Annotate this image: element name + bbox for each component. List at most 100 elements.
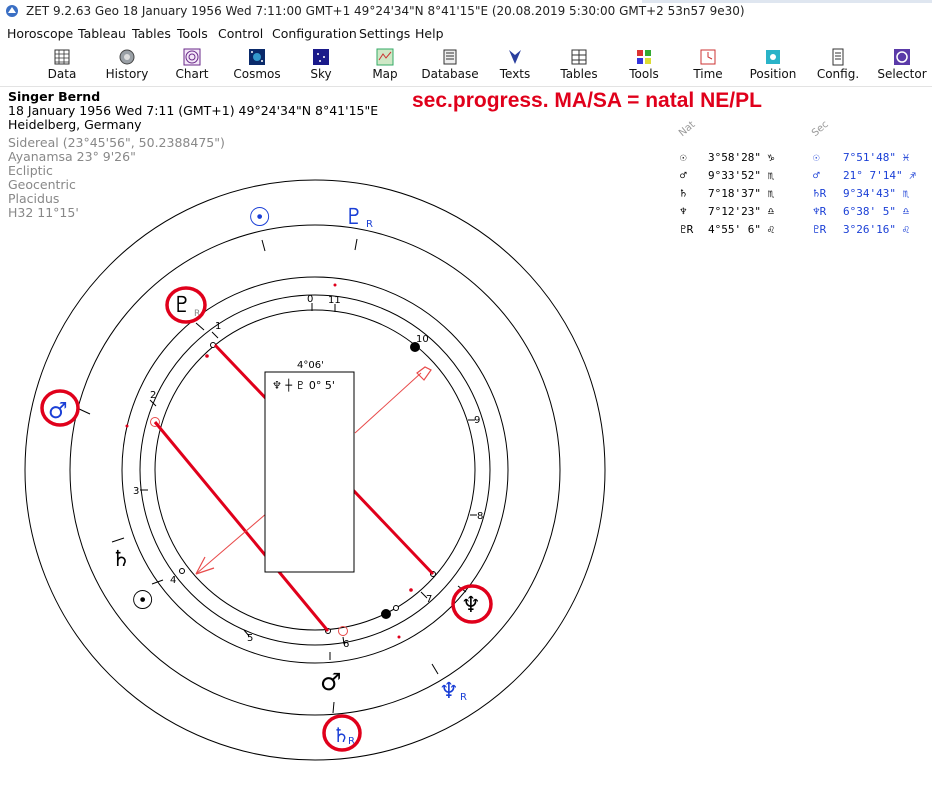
data-icon: [54, 49, 70, 65]
harmonic: H32 11°15': [8, 205, 79, 220]
house-number-10: 10: [416, 334, 429, 345]
axis-arrow: [195, 366, 432, 575]
highlight-natal-pluto: [165, 286, 207, 324]
progressed-ring: [69, 224, 561, 716]
tools-icon: [637, 50, 651, 64]
progressed-neptune-retro: R: [460, 692, 467, 703]
menu-settings[interactable]: Settings: [359, 26, 410, 41]
menu-bar: Horoscope Tableau Tables Tools Control C…: [0, 22, 932, 44]
toolbar-config-button[interactable]: Config.: [806, 44, 870, 86]
nat-mars-value: 9°33'52" ♏: [708, 169, 775, 182]
sec-neptune-glyph: ♆R: [813, 205, 827, 218]
house-number-9: 9: [474, 415, 480, 426]
toolbar-tools-button[interactable]: Tools: [612, 44, 676, 86]
sec-mars-glyph: ♂: [813, 169, 820, 182]
house-number-8: 8: [477, 511, 483, 522]
house-cusps: 0 11 1 10 2 9 3 8 4 7 5 6: [133, 294, 483, 650]
toolbar: Data History Chart Cosmos Sky Map Databa…: [0, 44, 932, 87]
selector-icon: [894, 49, 910, 65]
house-number-3: 3: [133, 486, 139, 497]
natal-mars-glyph[interactable]: ♂: [320, 668, 342, 696]
house-number-6: 6: [343, 639, 349, 650]
nat-sun-glyph: ☉: [680, 151, 687, 164]
toolbar-chart-button[interactable]: Chart: [160, 44, 224, 86]
toolbar-tables-button[interactable]: Tables: [547, 44, 611, 86]
house-number-4: 4: [170, 575, 176, 586]
toolbar-time-button[interactable]: Time: [676, 44, 740, 86]
outer-ring: [24, 179, 606, 761]
config-icon: [832, 48, 844, 66]
house-system: Placidus: [8, 191, 60, 206]
tables-icon: [571, 49, 587, 65]
sec-mars-value: 21° 7'14" ♐: [843, 169, 916, 182]
title-bar: ZET 9.2.63 Geo 18 January 1956 Wed 7:11:…: [0, 0, 932, 22]
progressed-saturn-glyph[interactable]: ♄: [332, 723, 350, 747]
nat-saturn-value: 7°18'37" ♏: [708, 187, 775, 200]
nat-pluto-glyph: ♇R: [680, 223, 694, 236]
time-icon: [700, 49, 716, 65]
position-icon: [766, 50, 780, 64]
menu-tools[interactable]: Tools: [177, 26, 208, 41]
horoscope-info: Singer Bernd 18 January 1956 Wed 7:11 (G…: [8, 90, 378, 220]
progressed-neptune-glyph[interactable]: ♆: [439, 679, 459, 704]
highlight-progressed-saturn: [322, 714, 362, 752]
ayanamsa: Ayanamsa 23° 9'26": [8, 149, 136, 164]
menu-configuration[interactable]: Configuration: [272, 26, 357, 41]
window-title: ZET 9.2.63 Geo 18 January 1956 Wed 7:11:…: [26, 4, 745, 18]
zodiac-mode: Sidereal (23°45'56", 50.2388475"): [8, 135, 225, 150]
history-icon: [119, 49, 135, 65]
table-col-sec: Sec: [809, 119, 831, 139]
toolbar-position-button[interactable]: Position: [741, 44, 805, 86]
natal-saturn-glyph[interactable]: ♄: [111, 547, 131, 572]
toolbar-selector-button[interactable]: Selector: [870, 44, 932, 86]
planet-ticks: [76, 238, 467, 714]
toolbar-database-button[interactable]: Database: [418, 44, 482, 86]
toolbar-cosmos-button[interactable]: Cosmos: [225, 44, 289, 86]
menu-help[interactable]: Help: [415, 26, 444, 41]
toolbar-data-button[interactable]: Data: [30, 44, 94, 86]
house-number-1: 1: [215, 321, 221, 332]
house-number-7: 7: [426, 594, 432, 605]
toolbar-map-button[interactable]: Map: [353, 44, 417, 86]
toolbar-texts-button[interactable]: Texts: [483, 44, 547, 86]
nat-neptune-glyph: ♆: [680, 205, 687, 218]
natal-pluto-glyph[interactable]: ♇: [172, 293, 192, 318]
menu-tableau[interactable]: Tableau: [78, 26, 126, 41]
nat-pluto-value: 4°55' 6" ♌: [708, 223, 775, 236]
menu-control[interactable]: Control: [218, 26, 263, 41]
midpoint-line-2: [153, 421, 330, 632]
table-col-nat: Nat: [676, 119, 698, 139]
house-ring: [139, 294, 491, 646]
menu-tables[interactable]: Tables: [132, 26, 171, 41]
natal-markers: [125, 283, 436, 639]
midpoint-line-1: [213, 343, 435, 576]
app-logo-icon: [6, 5, 18, 17]
midpoint-box-title: 4°06': [297, 360, 324, 371]
progressed-planets: ☉ ♇ R ♆ R ♄ R ♂: [48, 203, 467, 747]
menu-horoscope[interactable]: Horoscope: [7, 26, 73, 41]
inner-ring: [154, 309, 476, 631]
chart-icon: [183, 48, 201, 66]
center: Geocentric: [8, 177, 76, 192]
person-name: Singer Bernd: [8, 89, 101, 104]
progressed-pluto-retro: R: [366, 219, 373, 230]
coordinate-system: Ecliptic: [8, 163, 53, 178]
highlight-natal-neptune: [451, 584, 493, 624]
sec-saturn-glyph: ♄R: [813, 187, 827, 200]
map-icon: [376, 48, 394, 66]
toolbar-sky-button[interactable]: Sky: [289, 44, 353, 86]
sec-saturn-value: 9°34'43" ♏: [843, 187, 910, 200]
natal-neptune-glyph[interactable]: ♆: [461, 593, 481, 618]
nat-sun-value: 3°58'28" ♑: [708, 151, 775, 164]
highlight-circles: [40, 286, 493, 752]
texts-icon: [509, 50, 521, 64]
sec-neptune-value: 6°38' 5" ♎: [843, 205, 910, 218]
title-bar-strip: [642, 0, 932, 3]
house-number-5: 5: [247, 633, 253, 644]
toolbar-history-button[interactable]: History: [95, 44, 159, 86]
progressed-mars-glyph[interactable]: ♂: [48, 399, 68, 424]
progressed-saturn-retro: R: [348, 736, 355, 747]
birth-data: 18 January 1956 Wed 7:11 (GMT+1) 49°24'3…: [8, 103, 379, 118]
natal-sun-glyph[interactable]: ☉: [131, 586, 154, 616]
sec-pluto-glyph: ♇R: [813, 223, 827, 236]
